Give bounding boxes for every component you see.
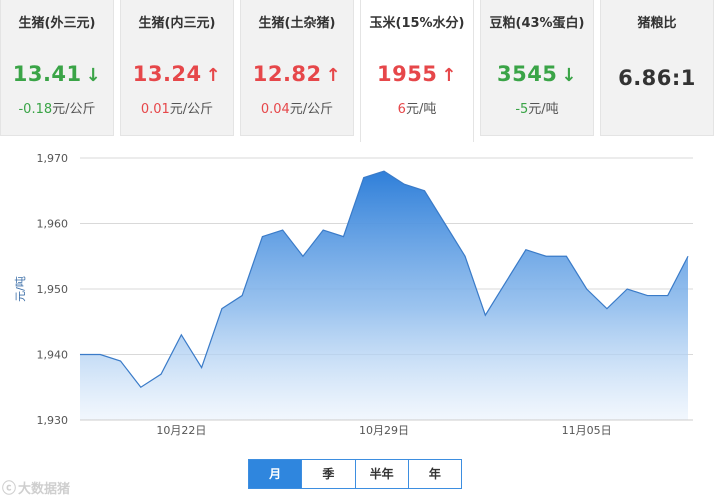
card-soymeal[interactable]: 豆粕(43%蛋白) 3545 ↓ -5元/吨	[480, 0, 594, 136]
card-change: -0.18元/公斤	[18, 102, 96, 117]
card-title: 生猪(内三元)	[138, 16, 216, 31]
card-price: 12.82 ↑	[252, 62, 342, 86]
data-point	[120, 360, 122, 362]
data-point	[79, 354, 81, 356]
logo-icon: ⓒ	[2, 481, 16, 497]
y-tick-label: 1,950	[37, 283, 69, 296]
card-title: 豆粕(43%蛋白)	[489, 16, 585, 31]
data-point	[444, 223, 446, 225]
data-point	[363, 177, 365, 179]
data-point	[282, 229, 284, 231]
series-area	[80, 171, 688, 420]
data-point	[464, 255, 466, 257]
data-point	[667, 295, 669, 297]
card-title: 玉米(15%水分)	[369, 16, 465, 31]
data-point	[646, 295, 648, 297]
data-point	[99, 354, 101, 356]
card-change: -5元/吨	[515, 102, 559, 117]
data-point	[160, 373, 162, 375]
card-pig-outer[interactable]: 生猪(外三元) 13.41 ↓ -0.18元/公斤	[0, 0, 114, 136]
x-tick-label: 11月05日	[562, 424, 612, 437]
card-price: 13.24 ↑	[132, 62, 222, 86]
price-cards: 生猪(外三元) 13.41 ↓ -0.18元/公斤 生猪(内三元) 13.24 ↑ …	[0, 0, 715, 142]
y-tick-label: 1,960	[37, 218, 69, 231]
card-title: 生猪(外三元)	[18, 16, 96, 31]
tab-month[interactable]: 月	[249, 460, 302, 488]
data-point	[241, 295, 243, 297]
data-point	[261, 236, 263, 238]
card-pig-local[interactable]: 生猪(土杂猪) 12.82 ↑ 0.04元/公斤	[240, 0, 354, 136]
data-point	[180, 334, 182, 336]
data-point	[302, 255, 304, 257]
data-point	[484, 314, 486, 316]
arrow-up-icon: ↑	[325, 65, 342, 86]
card-pig-inner[interactable]: 生猪(内三元) 13.24 ↑ 0.01元/公斤	[120, 0, 234, 136]
tab-half-year[interactable]: 半年	[354, 460, 408, 488]
card-title: 猪粮比	[637, 16, 677, 31]
card-price: 6.86:1	[618, 66, 696, 90]
data-point	[525, 249, 527, 251]
arrow-down-icon: ↓	[561, 65, 578, 86]
data-point	[140, 386, 142, 388]
tab-year[interactable]: 年	[407, 460, 461, 488]
card-change: 0.04元/公斤	[260, 102, 334, 117]
y-tick-label: 1,930	[37, 414, 69, 427]
arrow-up-icon: ↑	[441, 65, 458, 86]
card-price: 3545 ↓	[496, 62, 578, 86]
data-point	[586, 288, 588, 290]
card-change: 0.01元/公斤	[140, 102, 214, 117]
card-corn[interactable]: 玉米(15%水分) 1955 ↑ 6元/吨	[360, 0, 474, 142]
data-point	[545, 255, 547, 257]
y-tick-label: 1,970	[37, 152, 69, 165]
data-point	[505, 281, 507, 283]
data-point	[606, 308, 608, 310]
card-price: 13.41 ↓	[12, 62, 102, 86]
x-tick-label: 10月22日	[156, 424, 206, 437]
data-point	[626, 288, 628, 290]
data-point	[424, 190, 426, 192]
watermark: ⓒ 大数据猪	[2, 481, 71, 497]
card-pig-grain-ratio[interactable]: 猪粮比 6.86:1	[600, 0, 714, 136]
data-point	[565, 255, 567, 257]
y-axis-label: 元/吨	[14, 276, 27, 302]
data-point	[221, 308, 223, 310]
data-point	[322, 229, 324, 231]
data-point	[342, 236, 344, 238]
tab-quarter[interactable]: 季	[301, 460, 355, 488]
card-title: 生猪(土杂猪)	[258, 16, 336, 31]
period-tabs: 月 季 半年 年	[248, 459, 462, 489]
arrow-up-icon: ↑	[205, 65, 222, 86]
x-tick-label: 10月29日	[359, 424, 409, 437]
y-tick-label: 1,940	[37, 349, 69, 362]
arrow-down-icon: ↓	[85, 65, 102, 86]
data-point	[201, 367, 203, 369]
card-change: 6元/吨	[397, 102, 437, 117]
data-point	[383, 170, 385, 172]
data-point	[687, 255, 689, 257]
card-price: 1955 ↑	[376, 62, 458, 86]
price-chart: 1,930 1,940 1,950 1,960 1,970 元/吨 10月22日 10月29日…	[14, 152, 693, 437]
data-point	[403, 183, 405, 185]
